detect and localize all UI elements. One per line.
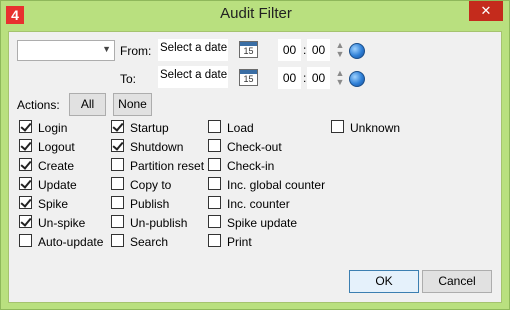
action-checkbox-item[interactable]: Unknown bbox=[331, 120, 400, 137]
window-title: Audit Filter bbox=[220, 5, 292, 22]
actions-column-1: Login Logout Create Update Spike Un-spike Auto… bbox=[19, 120, 103, 251]
calendar-icon[interactable]: 15 bbox=[239, 41, 258, 58]
checkbox-label: Copy to bbox=[130, 177, 172, 192]
action-checkbox-item[interactable]: Shutdown bbox=[111, 139, 204, 156]
action-checkbox-item[interactable]: Update bbox=[19, 177, 103, 194]
cancel-button[interactable]: Cancel bbox=[422, 270, 492, 293]
action-checkbox-item[interactable]: Publish bbox=[111, 196, 204, 213]
spin-arrows-icon[interactable]: ▲ ▼ bbox=[335, 41, 345, 59]
checkbox-label: Search bbox=[130, 234, 169, 249]
spin-arrows-icon[interactable]: ▲ ▼ bbox=[335, 69, 345, 87]
checkbox-label: Inc. counter bbox=[227, 196, 290, 211]
title-bar: 4 Audit Filter ✕ bbox=[1, 1, 510, 29]
checkbox-unchecked[interactable] bbox=[111, 215, 124, 229]
checkbox-label: Auto-update bbox=[38, 234, 104, 249]
action-checkbox-item[interactable]: Check-out bbox=[208, 139, 325, 156]
action-checkbox-item[interactable]: Print bbox=[208, 234, 325, 251]
action-checkbox-item[interactable]: Inc. counter bbox=[208, 196, 325, 213]
checkbox-label: Load bbox=[227, 120, 254, 135]
checkbox-unchecked[interactable] bbox=[208, 120, 221, 134]
dialog-body: ▼ From: Select a date 15 00 : 00 ▲ ▼ To: … bbox=[8, 31, 502, 303]
checkbox-label: Check-out bbox=[227, 139, 282, 154]
checkbox-unchecked[interactable] bbox=[208, 196, 221, 210]
checkbox-unchecked[interactable] bbox=[208, 215, 221, 229]
to-hour-field[interactable]: 00 bbox=[278, 67, 301, 89]
checkbox-unchecked[interactable] bbox=[19, 234, 32, 248]
ok-button[interactable]: OK bbox=[349, 270, 419, 293]
checkbox-label: Inc. global counter bbox=[227, 177, 326, 192]
action-checkbox-item[interactable]: Un-publish bbox=[111, 215, 204, 232]
checkbox-unchecked[interactable] bbox=[111, 158, 124, 172]
checkbox-checked[interactable] bbox=[19, 120, 32, 134]
to-minute-field[interactable]: 00 bbox=[307, 67, 330, 89]
checkbox-label: Startup bbox=[130, 120, 169, 135]
checkbox-label: Check-in bbox=[227, 158, 275, 173]
time-separator: : bbox=[303, 43, 307, 57]
checkbox-label: Partition reset bbox=[130, 158, 205, 173]
action-checkbox-item[interactable]: Copy to bbox=[111, 177, 204, 194]
checkbox-unchecked[interactable] bbox=[208, 158, 221, 172]
actions-column-2: Startup Shutdown Partition reset Copy to Pub… bbox=[111, 120, 204, 251]
action-checkbox-item[interactable]: Auto-update bbox=[19, 234, 103, 251]
checkbox-label: Un-publish bbox=[130, 215, 188, 230]
action-checkbox-item[interactable]: Spike bbox=[19, 196, 103, 213]
checkbox-unchecked[interactable] bbox=[111, 177, 124, 191]
select-none-button[interactable]: None bbox=[113, 93, 152, 116]
checkbox-unchecked[interactable] bbox=[111, 234, 124, 248]
select-all-button[interactable]: All bbox=[69, 93, 106, 116]
action-checkbox-item[interactable]: Search bbox=[111, 234, 204, 251]
checkbox-checked[interactable] bbox=[19, 177, 32, 191]
chevron-down-icon: ▼ bbox=[102, 44, 111, 54]
checkbox-label: Un-spike bbox=[38, 215, 86, 230]
close-button[interactable]: ✕ bbox=[469, 1, 503, 21]
action-checkbox-item[interactable]: Create bbox=[19, 158, 103, 175]
checkbox-label: Spike update bbox=[227, 215, 298, 230]
checkbox-label: Login bbox=[38, 120, 68, 135]
checkbox-unchecked[interactable] bbox=[208, 177, 221, 191]
time-separator: : bbox=[303, 71, 307, 85]
action-checkbox-item[interactable]: Partition reset bbox=[111, 158, 204, 175]
checkbox-label: Shutdown bbox=[130, 139, 184, 154]
action-checkbox-item[interactable]: Inc. global counter bbox=[208, 177, 325, 194]
action-checkbox-item[interactable]: Logout bbox=[19, 139, 103, 156]
calendar-icon[interactable]: 15 bbox=[239, 69, 258, 86]
to-date-field[interactable]: Select a date bbox=[158, 66, 228, 88]
checkbox-checked[interactable] bbox=[111, 139, 124, 153]
actions-label: Actions: bbox=[17, 98, 60, 112]
checkbox-unchecked[interactable] bbox=[208, 139, 221, 153]
checkbox-label: Update bbox=[38, 177, 77, 192]
checkbox-label: Print bbox=[227, 234, 252, 249]
checkbox-unchecked[interactable] bbox=[208, 234, 221, 248]
checkbox-checked[interactable] bbox=[19, 215, 32, 229]
audit-filter-window: 4 Audit Filter ✕ ▼ From: Select a date 1… bbox=[0, 0, 510, 310]
to-label: To: bbox=[120, 72, 137, 86]
checkbox-label: Create bbox=[38, 158, 75, 173]
checkbox-checked[interactable] bbox=[19, 158, 32, 172]
action-checkbox-item[interactable]: Startup bbox=[111, 120, 204, 137]
from-date-field[interactable]: Select a date bbox=[158, 39, 228, 61]
globe-icon[interactable] bbox=[349, 71, 365, 87]
action-checkbox-item[interactable]: Load bbox=[208, 120, 325, 137]
from-label: From: bbox=[120, 44, 152, 58]
checkbox-label: Logout bbox=[38, 139, 75, 154]
action-checkbox-item[interactable]: Check-in bbox=[208, 158, 325, 175]
checkbox-checked[interactable] bbox=[19, 196, 32, 210]
checkbox-label: Unknown bbox=[350, 120, 401, 135]
checkbox-checked[interactable] bbox=[111, 120, 124, 134]
source-dropdown[interactable]: ▼ bbox=[17, 40, 115, 61]
checkbox-unchecked[interactable] bbox=[331, 120, 344, 134]
globe-icon[interactable] bbox=[349, 43, 365, 59]
actions-column-4: Unknown bbox=[331, 120, 400, 137]
from-hour-field[interactable]: 00 bbox=[278, 39, 301, 61]
action-checkbox-item[interactable]: Un-spike bbox=[19, 215, 103, 232]
actions-column-3: Load Check-out Check-in Inc. global counter… bbox=[208, 120, 325, 251]
checkbox-unchecked[interactable] bbox=[111, 196, 124, 210]
action-checkbox-item[interactable]: Login bbox=[19, 120, 103, 137]
from-minute-field[interactable]: 00 bbox=[307, 39, 330, 61]
action-checkbox-item[interactable]: Spike update bbox=[208, 215, 325, 232]
checkbox-checked[interactable] bbox=[19, 139, 32, 153]
checkbox-label: Publish bbox=[130, 196, 170, 211]
checkbox-label: Spike bbox=[38, 196, 69, 211]
